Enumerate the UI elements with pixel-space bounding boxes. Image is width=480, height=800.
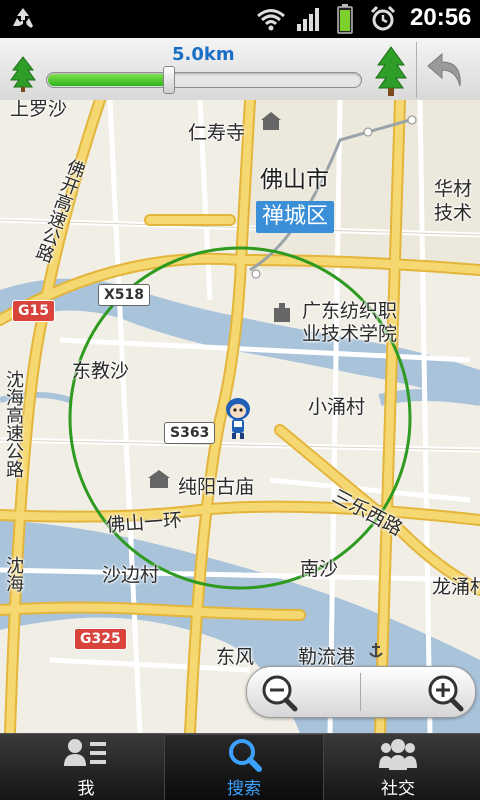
map-label-shangluo: 上罗沙 bbox=[10, 100, 68, 120]
range-bar: 5.0km bbox=[0, 38, 480, 101]
tree-large-icon[interactable] bbox=[374, 46, 408, 96]
map-view[interactable]: 上罗沙 仁寿寺 佛山市 禅城区 华材 技术 广东纺织职 业技术学院 东教沙 小涌… bbox=[0, 100, 480, 733]
map-label-foshan: 佛山市 bbox=[260, 167, 329, 193]
shield-g15: G15 bbox=[12, 300, 55, 322]
signal-icon bbox=[297, 8, 319, 31]
nav-label-me: 我 bbox=[77, 779, 95, 799]
map-label-huacai-1: 华材 bbox=[434, 178, 473, 200]
tree-small-icon[interactable] bbox=[10, 56, 36, 92]
map-label-textile-2: 业技术学院 bbox=[302, 323, 398, 345]
shield-g325: G325 bbox=[74, 628, 127, 650]
zoom-out-icon[interactable] bbox=[251, 670, 359, 714]
people-icon bbox=[379, 739, 417, 770]
current-location-marker[interactable] bbox=[222, 397, 254, 441]
battery-icon bbox=[337, 4, 353, 34]
map-label-longyong: 龙涌村 bbox=[432, 576, 480, 598]
wifi-icon bbox=[257, 9, 285, 31]
map-label-xiaochong: 小涌村 bbox=[308, 396, 366, 418]
nav-item-search[interactable]: 搜索 bbox=[164, 734, 324, 800]
zoom-in-icon[interactable] bbox=[363, 670, 471, 714]
zoom-control bbox=[246, 666, 476, 718]
shield-x518: X518 bbox=[98, 284, 151, 306]
range-label: 5.0km bbox=[172, 44, 235, 65]
search-icon bbox=[229, 739, 262, 772]
alarm-icon bbox=[370, 5, 396, 31]
map-label-nansha: 南沙 bbox=[300, 558, 339, 580]
map-label-chunyang: 纯阳古庙 bbox=[178, 476, 255, 498]
map-label-shabian: 沙边村 bbox=[102, 564, 160, 586]
shield-s363: S363 bbox=[164, 422, 216, 444]
map-label-renshou: 仁寿寺 bbox=[188, 122, 246, 144]
map-label-dongfeng: 东风 bbox=[216, 646, 255, 668]
range-slider-thumb[interactable] bbox=[163, 66, 175, 94]
status-bar: 20:56 bbox=[0, 0, 480, 38]
map-label-shenhai-expressway: 沈海高速公路 bbox=[3, 370, 24, 478]
nav-label-social: 社交 bbox=[381, 779, 415, 799]
range-bar-divider bbox=[416, 42, 417, 98]
nav-label-search: 搜索 bbox=[227, 779, 261, 799]
nav-item-me[interactable]: 我 bbox=[6, 734, 166, 800]
bottom-nav: 我 搜索 社交 bbox=[0, 733, 480, 800]
map-label-foshan-ring: 佛山一环 bbox=[105, 509, 183, 537]
range-slider-track[interactable] bbox=[46, 72, 362, 88]
map-label-huacai-2: 技术 bbox=[434, 202, 473, 224]
profile-list-icon bbox=[64, 739, 106, 766]
status-time: 20:56 bbox=[410, 4, 472, 31]
zoom-divider bbox=[360, 673, 361, 711]
back-arrow-icon[interactable] bbox=[420, 42, 476, 98]
map-label-leliugang: 勒流港 bbox=[298, 646, 356, 668]
map-label-dongao: 东教沙 bbox=[72, 360, 130, 382]
range-slider-fill bbox=[48, 74, 168, 86]
nav-item-social[interactable]: 社交 bbox=[318, 734, 478, 800]
recycle-icon bbox=[13, 8, 33, 28]
map-label-chancheng: 禅城区 bbox=[256, 201, 335, 233]
screen: 20:56 5.0km 上罗沙 仁寿寺 佛山市 禅城区 华材 技术 广东纺织职 … bbox=[0, 0, 480, 800]
map-label-zhenhai: 沈海 bbox=[3, 556, 24, 592]
